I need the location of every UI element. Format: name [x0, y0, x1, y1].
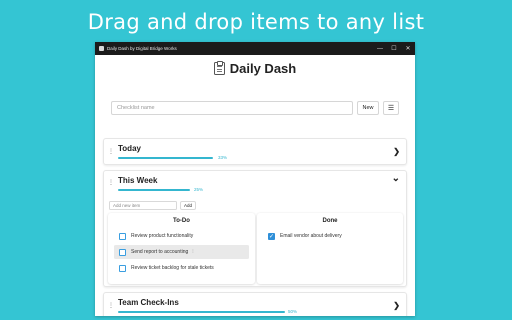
item-text: Email vendor about delivery [280, 233, 342, 239]
grip-icon[interactable]: ⁞ [192, 249, 193, 255]
item-text: Review ticket backlog for stale tickets [131, 265, 214, 271]
list-title: Team Check-Ins [118, 298, 179, 307]
app-header: Daily Dash [95, 60, 415, 76]
checklist-toolbar: New ☰ [111, 101, 399, 115]
progress-label: 50% [288, 309, 298, 314]
list-item[interactable]: ✓ Email vendor about delivery [263, 229, 397, 243]
close-button[interactable]: ✕ [401, 42, 415, 55]
list-item[interactable]: Send report to accounting ⁞ [114, 245, 249, 259]
column-title: Done [322, 218, 338, 224]
list-card-team-check-ins[interactable]: ⋮ Team Check-Ins ❯ 50% [103, 292, 407, 316]
todo-column: To-Do Review product functionality Send … [108, 213, 255, 284]
clipboard-icon [213, 60, 225, 75]
list-title: This Week [118, 176, 158, 185]
progress-bar [118, 157, 213, 159]
drag-handle-icon[interactable]: ⋮ [108, 148, 114, 155]
checklist-name-input[interactable] [111, 101, 353, 115]
window-titlebar: Daily Dash by Digital Bridge Works — ☐ ✕ [95, 42, 415, 55]
progress-label: 33% [218, 155, 228, 160]
new-checklist-button[interactable]: New [357, 101, 379, 115]
checkbox[interactable] [119, 264, 126, 272]
app-window-icon [99, 46, 104, 51]
progress-bar [118, 311, 285, 313]
list-item[interactable]: Review product functionality [114, 229, 249, 243]
item-text: Review product functionality [131, 233, 194, 239]
add-item-button[interactable]: Add [180, 201, 196, 210]
list-card-today[interactable]: ⋮ Today ❯ 33% [103, 138, 407, 165]
list-card-this-week: ⋮ This Week ⌄ 25% Add To-Do Review produ… [103, 170, 407, 287]
progress-label: 25% [194, 187, 204, 192]
checkbox[interactable] [119, 248, 126, 256]
chevron-right-icon[interactable]: ❯ [393, 147, 400, 156]
menu-icon[interactable]: ☰ [383, 101, 399, 115]
app-window: Daily Dash by Digital Bridge Works — ☐ ✕… [95, 42, 415, 316]
progress-bar [118, 189, 190, 191]
add-item-input[interactable] [109, 201, 177, 210]
window-title: Daily Dash by Digital Bridge Works [107, 46, 177, 51]
app-content: Daily Dash New ☰ ⋮ Today ❯ 33% ⋮ This We… [95, 55, 415, 316]
drag-handle-icon[interactable]: ⋮ [108, 179, 114, 186]
item-text: Send report to accounting [131, 249, 189, 255]
checkbox-checked[interactable]: ✓ [268, 232, 275, 240]
column-title: To-Do [173, 218, 190, 224]
chevron-right-icon[interactable]: ❯ [393, 301, 400, 310]
maximize-button[interactable]: ☐ [387, 42, 401, 55]
list-title: Today [118, 144, 141, 153]
checkbox[interactable] [119, 232, 126, 240]
done-column: Done ✓ Email vendor about delivery [257, 213, 403, 284]
list-item[interactable]: Review ticket backlog for stale tickets [114, 261, 249, 275]
add-item-row: Add [109, 201, 196, 210]
chevron-down-icon[interactable]: ⌄ [392, 173, 400, 184]
minimize-button[interactable]: — [373, 42, 387, 55]
app-title: Daily Dash [229, 61, 297, 76]
drag-handle-icon[interactable]: ⋮ [108, 302, 114, 309]
promo-banner: Drag and drop items to any list [87, 10, 425, 34]
